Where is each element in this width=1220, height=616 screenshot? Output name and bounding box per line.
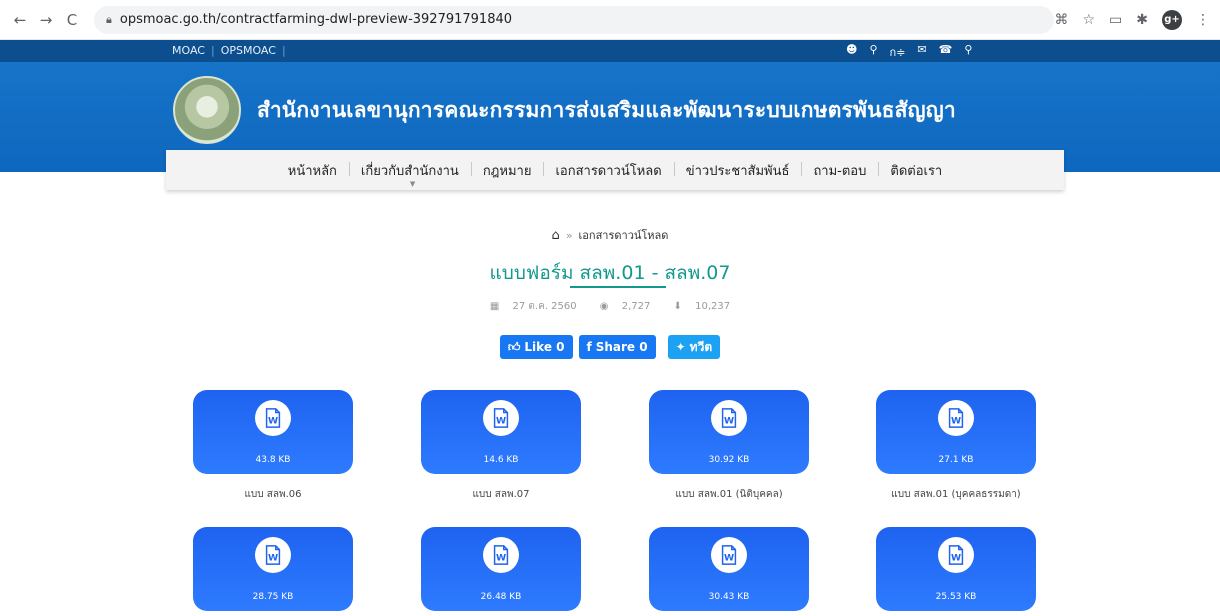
svg-text:W: W: [951, 553, 961, 564]
file-size: 30.43 KB: [708, 592, 750, 602]
svg-text:W: W: [268, 553, 278, 564]
svg-text:W: W: [724, 553, 734, 564]
lock-icon: 🔒︎: [106, 12, 112, 26]
nav-news[interactable]: ข่าวประชาสัมพันธ์: [673, 160, 802, 181]
file-name[interactable]: แบบ สลพ.01 (นิติบุคคล): [649, 487, 809, 502]
chevron-down-icon: ▼: [409, 179, 416, 188]
word-doc-icon: W: [483, 537, 519, 573]
gplus-icon[interactable]: g+: [1162, 9, 1182, 30]
site-title: สำนักงานเลขานุการคณะกรรมการส่งเสริมและพั…: [257, 98, 956, 122]
menu-dots-icon[interactable]: ⋮: [1196, 12, 1210, 28]
file-card[interactable]: W 27.1 KB: [876, 390, 1036, 474]
title-underline: [570, 286, 666, 288]
opsmoac-link[interactable]: OPSMOAC: [221, 44, 276, 57]
browser-toolbar: ← → C 🔒︎ opsmoac.go.th/contractfarming-d…: [0, 0, 1220, 40]
user-icon[interactable]: ☻: [846, 43, 857, 61]
file-size: 14.6 KB: [483, 455, 519, 465]
breadcrumb: ⌂ » เอกสารดาวน์โหลด: [0, 226, 1220, 244]
facebook-share-button[interactable]: f Share 0: [578, 335, 656, 359]
page-title: แบบฟอร์ม สลพ.01 - สลพ.07: [489, 262, 731, 284]
file-card[interactable]: W 30.92 KB: [649, 390, 809, 474]
moac-link[interactable]: MOAC: [172, 44, 205, 57]
word-doc-icon: W: [711, 400, 747, 436]
breadcrumb-separator-icon: »: [565, 229, 573, 242]
file-card[interactable]: W 28.75 KB: [193, 527, 353, 611]
calendar-icon: ▦: [489, 301, 500, 312]
cast-icon[interactable]: ▭: [1109, 12, 1122, 28]
location-icon[interactable]: ⚲: [964, 43, 972, 61]
word-doc-icon: W: [483, 400, 519, 436]
file-name[interactable]: แบบ สลพ.07: [421, 487, 581, 502]
svg-text:W: W: [724, 416, 734, 427]
download-count: 10,237: [695, 301, 731, 312]
svg-text:W: W: [268, 416, 278, 427]
file-size: 43.8 KB: [255, 455, 291, 465]
bookmark-star-icon[interactable]: ☆: [1082, 12, 1095, 28]
thumbs-up-icon: 👍︎: [507, 339, 521, 354]
tweet-label: ทวีต: [689, 339, 713, 354]
download-icon: ⬇: [673, 301, 682, 312]
nav-about[interactable]: เกี่ยวกับสำนักงาน ▼: [348, 160, 471, 188]
tweet-button[interactable]: ✦ ทวีต: [667, 335, 721, 359]
file-size: 25.53 KB: [935, 592, 977, 602]
top-strip: MOAC | OPSMOAC | ☻ ⚲ ก≑ ✉ ☎ ⚲: [0, 40, 1220, 62]
nav-about-label: เกี่ยวกับสำนักงาน: [360, 163, 459, 179]
phone-icon[interactable]: ☎: [939, 43, 953, 61]
file-size: 28.75 KB: [252, 592, 294, 602]
main-navigation: หน้าหลัก เกี่ยวกับสำนักงาน ▼ กฎหมาย เอกสา…: [166, 150, 1064, 190]
word-doc-icon: W: [255, 400, 291, 436]
word-doc-icon: W: [938, 537, 974, 573]
breadcrumb-current[interactable]: เอกสารดาวน์โหลด: [579, 229, 669, 242]
file-card[interactable]: W 43.8 KB: [193, 390, 353, 474]
nav-downloads[interactable]: เอกสารดาวน์โหลด: [543, 160, 673, 181]
mail-icon[interactable]: ✉: [917, 43, 926, 61]
facebook-icon: f: [586, 340, 592, 354]
file-size: 30.92 KB: [708, 455, 750, 465]
svg-text:W: W: [496, 416, 506, 427]
post-meta: ▦ 27 ต.ค. 2560 ◉ 2,727 ⬇ 10,237: [0, 299, 1220, 314]
search-icon[interactable]: ⚲: [869, 43, 877, 61]
home-icon[interactable]: ⌂: [552, 228, 560, 243]
nav-law[interactable]: กฎหมาย: [470, 160, 544, 181]
facebook-like-button[interactable]: 👍︎ Like 0: [499, 335, 573, 359]
file-size: 27.1 KB: [938, 455, 974, 465]
nav-faq[interactable]: ถาม-ตอบ: [801, 160, 878, 181]
address-bar[interactable]: 🔒︎ opsmoac.go.th/contractfarming-dwl-pre…: [94, 5, 1054, 34]
extension-area: ⌘ ☆ ▭ ✱ g+ ⋮: [1054, 9, 1210, 30]
like-label: Like 0: [524, 340, 565, 354]
twitter-bird-icon: ✦: [675, 340, 686, 354]
url-text: opsmoac.go.th/contractfarming-dwl-previe…: [119, 12, 513, 27]
svg-text:W: W: [496, 553, 506, 564]
nav-home[interactable]: หน้าหลัก: [276, 160, 349, 181]
font-size-icon[interactable]: ก≑: [890, 43, 906, 61]
eye-icon: ◉: [599, 301, 609, 312]
word-doc-icon: W: [255, 537, 291, 573]
file-name[interactable]: แบบ สลพ.01 (บุคคลธรรมดา): [876, 487, 1036, 502]
view-count: 2,727: [621, 301, 651, 312]
svg-text:W: W: [951, 416, 961, 427]
file-card[interactable]: W 14.6 KB: [421, 390, 581, 474]
post-date: 27 ต.ค. 2560: [512, 301, 577, 312]
translate-icon[interactable]: ⌘: [1054, 12, 1068, 28]
back-icon[interactable]: ←: [10, 10, 30, 30]
social-buttons: 👍︎ Like 0 f Share 0 ✦ ทวีต: [0, 335, 1220, 359]
file-name[interactable]: แบบ สลพ.06: [193, 487, 353, 502]
agency-seal-logo[interactable]: [173, 76, 241, 144]
file-card[interactable]: W 25.53 KB: [876, 527, 1036, 611]
file-card[interactable]: W 26.48 KB: [421, 527, 581, 611]
forward-icon[interactable]: →: [36, 10, 56, 30]
word-doc-icon: W: [938, 400, 974, 436]
reload-icon[interactable]: C: [62, 10, 82, 30]
file-size: 26.48 KB: [480, 592, 522, 602]
share-label: Share 0: [595, 340, 648, 354]
word-doc-icon: W: [711, 537, 747, 573]
file-card[interactable]: W 30.43 KB: [649, 527, 809, 611]
extensions-puzzle-icon[interactable]: ✱: [1136, 12, 1148, 28]
nav-contact[interactable]: ติดต่อเรา: [878, 160, 954, 181]
